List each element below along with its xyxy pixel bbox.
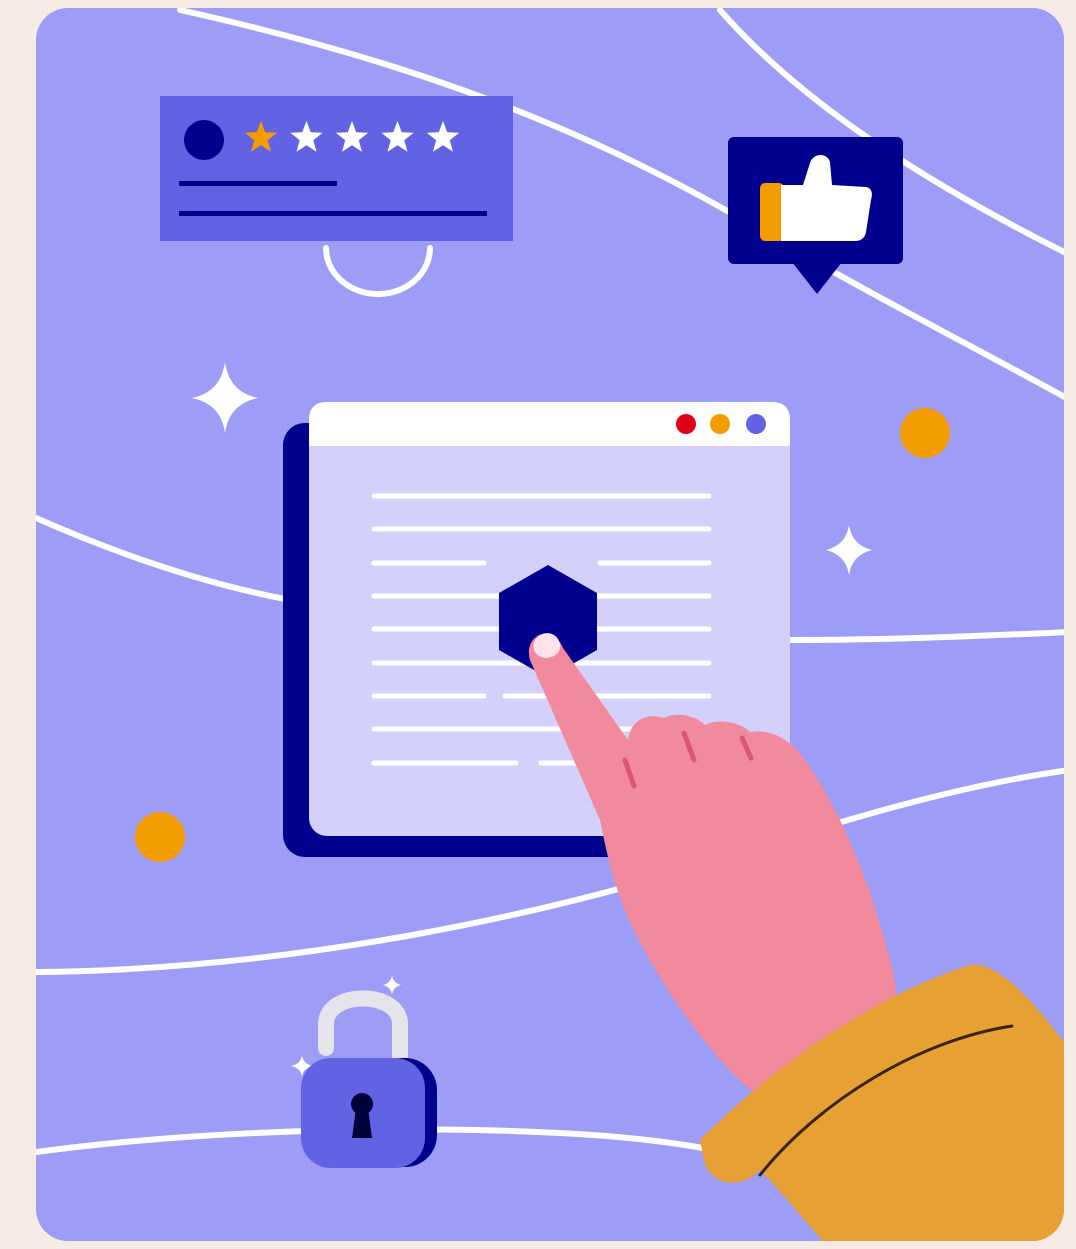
rating-text-line — [179, 181, 337, 186]
window-dot-blue — [746, 414, 766, 434]
rating-text-line — [179, 211, 487, 216]
window-dot-red — [676, 414, 696, 434]
decor-dot — [135, 812, 185, 862]
avatar-icon — [184, 120, 224, 160]
illustration-stage — [0, 0, 1076, 1249]
rating-card-panel — [160, 96, 513, 241]
illustration-svg — [36, 8, 1064, 1241]
window-dot-orange — [710, 414, 730, 434]
decor-dot — [900, 408, 950, 458]
